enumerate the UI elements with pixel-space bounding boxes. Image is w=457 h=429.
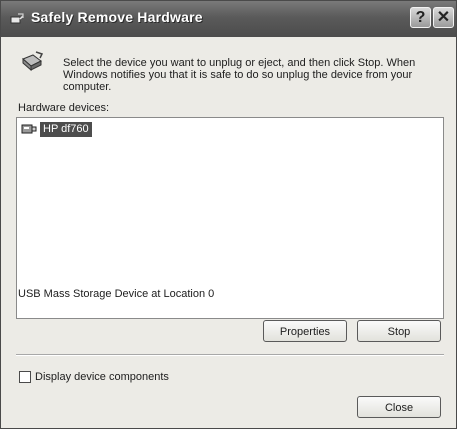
title-bar[interactable]: Safely Remove Hardware ? ✕: [1, 1, 456, 37]
help-button[interactable]: ?: [410, 7, 431, 28]
instructions-text: Select the device you want to unplug or …: [63, 57, 416, 93]
display-components-option[interactable]: Display device components: [19, 371, 169, 383]
eject-hardware-icon: [22, 51, 44, 72]
safely-remove-hardware-window: Safely Remove Hardware ? ✕ Select the de…: [0, 0, 457, 429]
list-item-hp-df760[interactable]: HP df760: [21, 121, 92, 137]
divider: [16, 354, 444, 356]
help-icon: ?: [415, 9, 426, 26]
eject-hardware-icon: [10, 13, 24, 24]
dialog-content: Select the device you want to unplug or …: [1, 37, 456, 428]
window-title: Safely Remove Hardware: [31, 9, 203, 25]
properties-button[interactable]: Properties: [263, 320, 347, 342]
device-label: HP df760: [40, 121, 92, 137]
display-components-checkbox[interactable]: [19, 371, 31, 383]
title-close-button[interactable]: ✕: [433, 7, 454, 28]
hardware-devices-label: Hardware devices:: [18, 102, 110, 114]
display-components-label: Display device components: [35, 371, 169, 383]
stop-button[interactable]: Stop: [357, 320, 441, 342]
device-location-text: USB Mass Storage Device at Location 0: [18, 288, 215, 300]
close-icon: ✕: [436, 9, 451, 26]
usb-device-icon: [21, 124, 37, 134]
close-button[interactable]: Close: [357, 396, 441, 418]
